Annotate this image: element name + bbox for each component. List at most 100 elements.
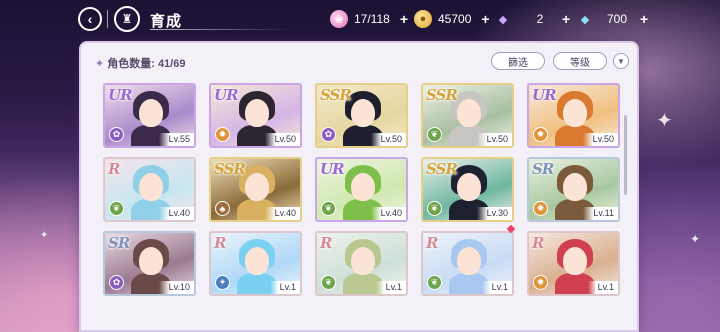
attribute-icon: ✦ xyxy=(215,275,230,290)
top-bar: ‹ ♜ 育成 ❀ 17/118 + ● 45700 + ◆ 2 + ◆ 700 … xyxy=(0,0,720,38)
coin-icon: ● xyxy=(414,10,432,28)
rarity-badge: SR xyxy=(108,234,130,252)
level-label: Lv.40 xyxy=(158,207,194,220)
attribute-icon: ✹ xyxy=(533,201,548,216)
rarity-badge: UR xyxy=(320,160,345,178)
add-candy-button[interactable]: + xyxy=(400,11,408,27)
star-icon: ✦ xyxy=(95,58,105,70)
rarity-badge: UR xyxy=(108,86,133,104)
rarity-badge: SR xyxy=(532,160,554,178)
character-card[interactable]: SSR ♣ Lv.40 xyxy=(209,157,302,222)
character-card[interactable]: UR ✿ Lv.55 xyxy=(103,83,196,148)
character-card[interactable]: R ✹ Lv.1 xyxy=(527,231,620,296)
portrait-face xyxy=(139,247,163,275)
diamond-icon: ◆ xyxy=(498,13,508,26)
attribute-icon: ❦ xyxy=(427,201,442,216)
attribute-icon: ❦ xyxy=(427,127,442,142)
rarity-badge: R xyxy=(532,234,545,252)
character-card[interactable]: SR ✹ Lv.11 xyxy=(527,157,620,222)
portrait-face xyxy=(351,247,375,275)
character-card[interactable]: UR ✹ Lv.50 xyxy=(209,83,302,148)
character-card[interactable]: UR ✹ Lv.50 xyxy=(527,83,620,148)
level-label: Lv.50 xyxy=(476,133,512,146)
resource-candy: ❀ 17/118 + xyxy=(330,10,408,28)
add-gem-blue-button[interactable]: + xyxy=(640,11,648,27)
back-button[interactable]: ‹ xyxy=(78,7,102,31)
level-label: Lv.1 xyxy=(375,281,406,294)
scrollbar[interactable] xyxy=(624,115,627,195)
chevron-down-icon: ▼ xyxy=(617,56,625,66)
resource-coin-value: 45700 xyxy=(438,12,472,26)
character-count-text: 角色数量: 41/69 xyxy=(107,58,186,70)
resource-gem-purple-value: 2 xyxy=(536,12,544,26)
character-card[interactable]: SSR ❦ Lv.30 xyxy=(421,157,514,222)
portrait-face xyxy=(563,247,587,275)
level-label: Lv.1 xyxy=(587,281,618,294)
character-card[interactable]: R ❦ Lv.1 xyxy=(421,231,514,296)
attribute-icon: ✹ xyxy=(533,275,548,290)
castle-icon: ♜ xyxy=(121,12,133,26)
portrait-face xyxy=(351,173,375,201)
attribute-icon: ✿ xyxy=(321,127,336,142)
level-label: Lv.55 xyxy=(158,133,194,146)
home-button[interactable]: ♜ xyxy=(114,6,140,32)
background-castle xyxy=(0,150,80,332)
level-label: Lv.50 xyxy=(582,133,618,146)
sort-level-button[interactable]: 等级 xyxy=(553,52,607,70)
level-label: Lv.50 xyxy=(264,133,300,146)
character-card[interactable]: UR ❦ Lv.40 xyxy=(315,157,408,222)
attribute-icon: ✹ xyxy=(215,127,230,142)
rarity-badge: R xyxy=(108,160,121,178)
rarity-badge: UR xyxy=(214,86,239,104)
portrait-face xyxy=(139,173,163,201)
portrait-face xyxy=(139,99,163,127)
attribute-icon: ❦ xyxy=(321,275,336,290)
resource-gem-purple: ◆ 2 + xyxy=(494,10,570,28)
character-card[interactable]: R ✦ Lv.1 xyxy=(209,231,302,296)
character-card[interactable]: R ❦ Lv.1 xyxy=(315,231,408,296)
portrait-face xyxy=(245,99,269,127)
filter-button[interactable]: 篩选 xyxy=(491,52,545,70)
sparkle-icon: ✦ xyxy=(40,230,49,241)
back-arrow-icon: ‹ xyxy=(87,11,93,27)
level-label: Lv.1 xyxy=(269,281,300,294)
diamond-icon: ◆ xyxy=(580,13,590,26)
attribute-icon: ✿ xyxy=(109,275,124,290)
character-card[interactable]: SR ✿ Lv.10 xyxy=(103,231,196,296)
add-gem-purple-button[interactable]: + xyxy=(562,11,570,27)
resource-coin: ● 45700 + xyxy=(414,10,490,28)
sparkle-icon: ✦ xyxy=(656,110,673,132)
rarity-badge: R xyxy=(426,234,439,252)
character-grid: UR ✿ Lv.55 UR ✹ Lv.50 SSR ✿ Lv.50 SSR ❦ Lv.50 UR ✹ Lv.… xyxy=(103,83,623,332)
attribute-icon: ✿ xyxy=(109,127,124,142)
resource-candy-value: 17/118 xyxy=(354,12,390,26)
attribute-icon: ❦ xyxy=(321,201,336,216)
candy-icon: ❀ xyxy=(330,10,348,28)
rarity-badge: SSR xyxy=(320,86,352,104)
character-card[interactable]: SSR ❦ Lv.50 xyxy=(421,83,514,148)
character-panel: ✦ 角色数量: 41/69 篩选 等级 ▼ UR ✿ Lv.55 UR ✹ Lv.50 SSR… xyxy=(79,41,639,332)
level-label: Lv.1 xyxy=(481,281,512,294)
rarity-badge: SSR xyxy=(426,160,458,178)
portrait-face xyxy=(457,247,481,275)
sort-order-toggle[interactable]: ▼ xyxy=(613,53,629,69)
attribute-icon: ❦ xyxy=(427,275,442,290)
portrait-face xyxy=(245,247,269,275)
rarity-badge: SSR xyxy=(426,86,458,104)
resource-gem-blue: ◆ 700 + xyxy=(576,10,648,28)
portrait-face xyxy=(457,173,481,201)
attribute-icon: ♣ xyxy=(215,201,230,216)
portrait-face xyxy=(351,99,375,127)
character-card[interactable]: SSR ✿ Lv.50 xyxy=(315,83,408,148)
rarity-badge: UR xyxy=(532,86,557,104)
page-title: 育成 xyxy=(150,13,183,30)
level-label: Lv.40 xyxy=(370,207,406,220)
resource-gem-blue-value: 700 xyxy=(606,12,628,26)
portrait-face xyxy=(245,173,269,201)
rarity-badge: R xyxy=(214,234,227,252)
attribute-icon: ❦ xyxy=(109,201,124,216)
portrait-face xyxy=(457,99,481,127)
level-label: Lv.10 xyxy=(158,281,194,294)
add-coin-button[interactable]: + xyxy=(481,11,489,27)
character-card[interactable]: R ❦ Lv.40 xyxy=(103,157,196,222)
